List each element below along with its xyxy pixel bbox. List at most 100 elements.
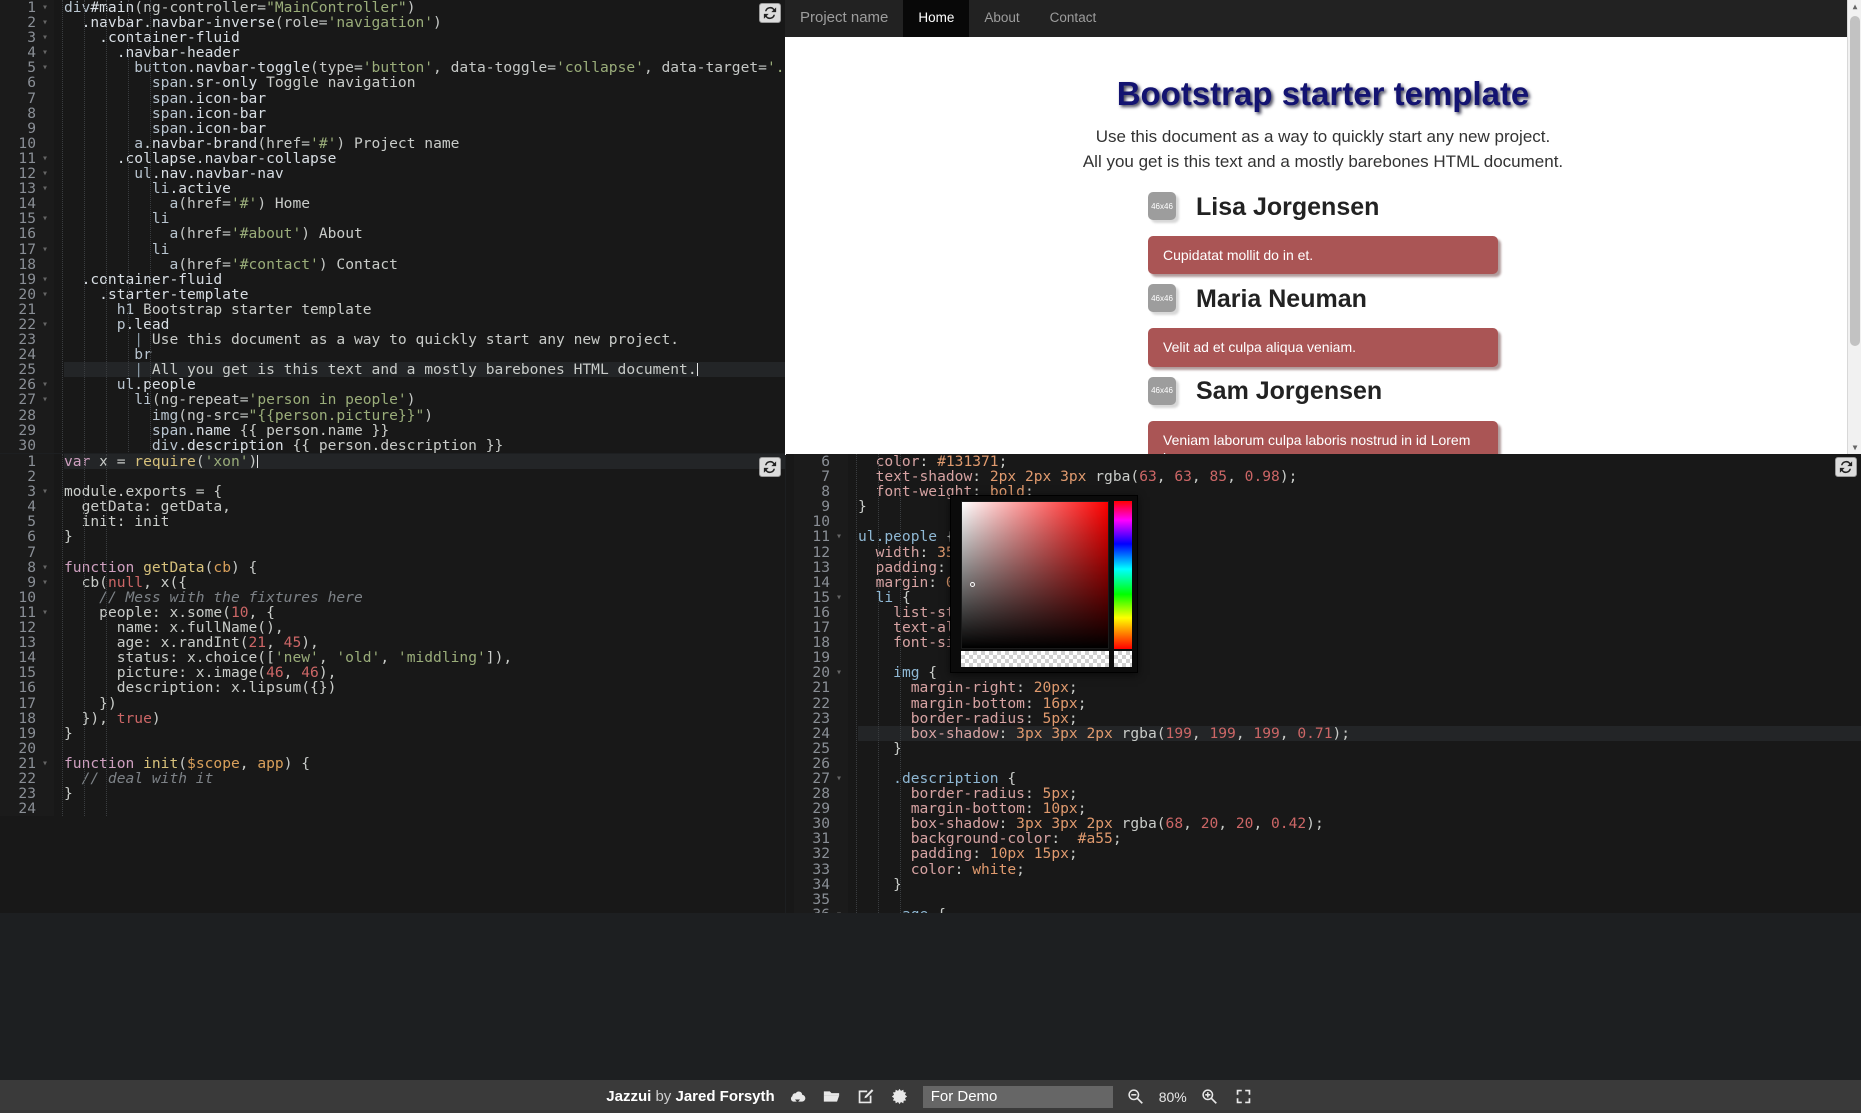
fold-toggle-icon[interactable]: ▾ xyxy=(42,60,48,75)
code-line[interactable]: margin-right: 20px; xyxy=(858,680,1861,695)
code-line[interactable]: // Mess with the fixtures here xyxy=(64,590,785,605)
code-line[interactable]: .age { xyxy=(858,907,1861,913)
code-line[interactable]: br xyxy=(64,347,785,362)
css-refresh-button[interactable] xyxy=(1835,457,1857,477)
fold-toggle-icon[interactable]: ▾ xyxy=(42,181,48,196)
fold-toggle-icon[interactable]: ▾ xyxy=(836,771,842,786)
scroll-up-arrow[interactable]: ▲ xyxy=(1848,0,1861,14)
code-line[interactable]: a(href='#contact') Contact xyxy=(64,257,785,272)
preview-scrollbar[interactable]: ▲ ▼ xyxy=(1847,0,1861,455)
zoom-in-icon[interactable] xyxy=(1199,1086,1221,1108)
js-refresh-button[interactable] xyxy=(759,457,781,477)
fold-toggle-icon[interactable]: ▾ xyxy=(42,575,48,590)
code-line[interactable]: box-shadow: 3px 3px 2px rgba(199, 199, 1… xyxy=(858,726,1861,741)
preview-scroll-thumb[interactable] xyxy=(1850,16,1860,346)
fold-toggle-icon[interactable]: ▾ xyxy=(42,151,48,166)
document-name-input[interactable] xyxy=(922,1085,1113,1108)
code-line[interactable]: button.navbar-toggle(type='button', data… xyxy=(64,60,785,75)
code-line[interactable]: text-shadow: 2px 2px 3px rgba(63, 63, 85… xyxy=(858,469,1861,484)
code-line[interactable]: .container-fluid xyxy=(64,30,785,45)
code-line[interactable]: | Use this document as a way to quickly … xyxy=(64,332,785,347)
code-line[interactable]: box-shadow: 3px 3px 2px rgba(68, 20, 20,… xyxy=(858,816,1861,831)
code-line[interactable]: a.navbar-brand(href='#') Project name xyxy=(64,136,785,151)
jade-editor-pane[interactable]: 1 ▾ 2 ▾ 3 ▾ 4 ▾ 5 ▾ 6 7 8 9 10 11 ▾ 12 ▾ 13 ▾ 14 15 ▾ 16 17 ▾ 18 19 ▾… xyxy=(0,0,785,453)
nav-link-about[interactable]: About xyxy=(969,0,1034,37)
code-lines[interactable]: div#main(ng-controller="MainController")… xyxy=(54,0,785,453)
code-line[interactable]: padding: 10px 15px; xyxy=(858,846,1861,861)
code-line[interactable]: div#main(ng-controller="MainController") xyxy=(64,0,785,15)
code-line[interactable]: description: x.lipsum({}) xyxy=(64,680,785,695)
code-line[interactable]: .description { xyxy=(858,771,1861,786)
code-line[interactable]: ul.people xyxy=(64,377,785,392)
code-line[interactable]: li.active xyxy=(64,181,785,196)
code-line[interactable]: a(href='#about') About xyxy=(64,226,785,241)
code-line[interactable]: .navbar-header xyxy=(64,45,785,60)
code-line[interactable]: div.description {{ person.description }} xyxy=(64,438,785,453)
fold-toggle-icon[interactable]: ▾ xyxy=(42,377,48,392)
edit-icon[interactable] xyxy=(855,1086,877,1108)
code-line[interactable]: margin-bottom: 10px; xyxy=(858,801,1861,816)
code-line[interactable]: init: init xyxy=(64,514,785,529)
code-line[interactable]: li xyxy=(64,241,785,257)
code-line[interactable]: .container-fluid xyxy=(64,272,785,287)
code-line[interactable]: span.icon-bar xyxy=(64,91,785,106)
jade-code-area[interactable]: 1 ▾ 2 ▾ 3 ▾ 4 ▾ 5 ▾ 6 7 8 9 10 11 ▾ 12 ▾ 13 ▾ 14 15 ▾ 16 17 ▾ 18 19 ▾… xyxy=(0,0,785,453)
code-line[interactable] xyxy=(64,801,785,816)
nav-link-home[interactable]: Home xyxy=(903,0,970,37)
code-line[interactable]: } xyxy=(64,786,785,801)
preview-pane[interactable]: Project name Home About Contact Bootstra… xyxy=(785,0,1861,455)
code-line[interactable]: } xyxy=(858,741,1861,756)
code-line[interactable]: picture: x.image(46, 46), xyxy=(64,665,785,680)
color-picker-cursor[interactable] xyxy=(970,582,975,587)
gear-icon[interactable] xyxy=(889,1086,911,1108)
javascript-editor-pane[interactable]: 1i23▾456i78▾9▾1011▾12131415161718i192021… xyxy=(0,454,785,913)
code-line[interactable]: }) xyxy=(64,695,785,711)
code-line[interactable]: cb(null, x({ xyxy=(64,575,785,590)
code-line[interactable]: | All you get is this text and a mostly … xyxy=(64,362,785,378)
code-line[interactable]: } xyxy=(64,726,785,741)
download-icon[interactable] xyxy=(787,1086,809,1108)
fold-column[interactable] xyxy=(836,454,848,913)
code-line[interactable]: function init($scope, app) { xyxy=(64,756,785,771)
scroll-down-arrow[interactable]: ▼ xyxy=(1848,441,1861,455)
jade-refresh-button[interactable] xyxy=(759,3,781,23)
code-line[interactable]: border-radius: 5px; xyxy=(858,711,1861,726)
code-line[interactable] xyxy=(64,545,785,560)
code-line[interactable]: function getData(cb) { xyxy=(64,560,785,575)
fold-toggle-icon[interactable]: ▾ xyxy=(42,756,48,771)
code-line[interactable]: margin-bottom: 16px; xyxy=(858,695,1861,711)
fold-toggle-icon[interactable]: ▾ xyxy=(42,45,48,60)
code-line[interactable]: .navbar.navbar-inverse(role='navigation'… xyxy=(64,15,785,30)
code-line[interactable]: .starter-template xyxy=(64,287,785,302)
fold-toggle-icon[interactable]: ▾ xyxy=(836,907,842,913)
code-line[interactable] xyxy=(858,756,1861,771)
fold-toggle-icon[interactable]: ▾ xyxy=(42,560,48,575)
code-line[interactable]: span.icon-bar xyxy=(64,106,785,121)
color-picker[interactable] xyxy=(950,495,1138,673)
code-line[interactable]: .collapse.navbar-collapse xyxy=(64,151,785,166)
javascript-code-area[interactable]: 1i23▾456i78▾9▾1011▾12131415161718i192021… xyxy=(0,454,785,816)
code-line[interactable]: a(href='#') Home xyxy=(64,196,785,211)
code-line[interactable]: span.sr-only Toggle navigation xyxy=(64,75,785,90)
less-editor-pane[interactable]: 6 7 8 9 10 11 ▾ 12 13 14 15 ▾ 16 17 18 19 20 ▾ 21 22 23 24 25 2… xyxy=(786,454,1861,913)
fold-toggle-icon[interactable]: ▾ xyxy=(42,166,48,181)
code-line[interactable]: module.exports = { xyxy=(64,484,785,499)
code-line[interactable]: img(ng-src="{{person.picture}}") xyxy=(64,407,785,423)
less-code-area[interactable]: 6 7 8 9 10 11 ▾ 12 13 14 15 ▾ 16 17 18 19 20 ▾ 21 22 23 24 25 2… xyxy=(786,454,1861,913)
code-line[interactable]: h1 Bootstrap starter template xyxy=(64,302,785,317)
code-line[interactable]: name: x.fullName(), xyxy=(64,620,785,635)
fold-toggle-icon[interactable]: ▾ xyxy=(836,590,842,605)
fold-toggle-icon[interactable]: ▾ xyxy=(836,665,842,680)
code-line[interactable]: getData: getData, xyxy=(64,499,785,514)
nav-link-contact[interactable]: Contact xyxy=(1035,0,1112,37)
code-line[interactable]: people: x.some(10, { xyxy=(64,605,785,620)
color-alpha-slider[interactable] xyxy=(961,651,1109,667)
code-line[interactable]: border-radius: 5px; xyxy=(858,786,1861,801)
code-line[interactable]: }), true) xyxy=(64,711,785,726)
fold-toggle-icon[interactable]: ▾ xyxy=(42,15,48,30)
code-line[interactable]: status: x.choice(['new', 'old', 'middlin… xyxy=(64,650,785,665)
code-line[interactable]: li xyxy=(64,211,785,226)
code-line[interactable] xyxy=(64,469,785,484)
code-line[interactable]: p.lead xyxy=(64,317,785,332)
color-saturation-area[interactable] xyxy=(961,501,1109,649)
